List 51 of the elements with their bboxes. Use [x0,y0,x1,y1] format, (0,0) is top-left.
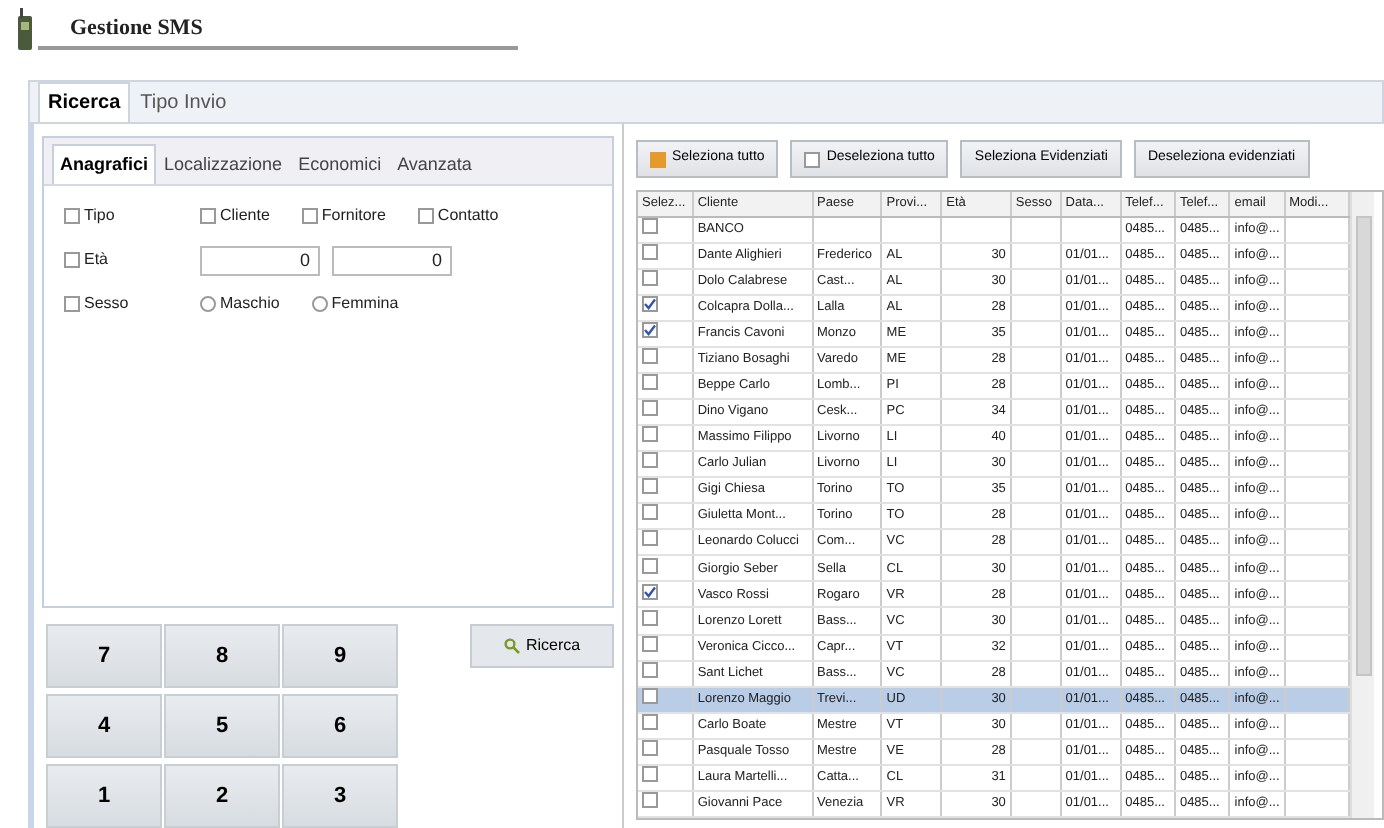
option-label: Femmina [331,292,399,316]
tab[interactable]: Localizzazione [156,143,291,184]
checkbox[interactable] [642,530,658,547]
radio-button[interactable] [311,296,328,312]
number-field[interactable]: 0 [200,245,320,275]
checkbox[interactable] [642,504,658,521]
tab[interactable]: Economici [290,143,390,184]
filter-label: Tipo [84,204,115,228]
checkbox[interactable] [642,348,658,365]
scrollbar[interactable] [1350,192,1374,818]
checkbox[interactable] [642,766,658,783]
keypad-key[interactable]: 1 [46,764,162,828]
radio-button[interactable] [200,296,216,312]
option-label: Cliente [220,204,270,228]
phone-icon [16,8,34,52]
tab[interactable]: Ricerca [38,82,131,122]
checkbox[interactable] [417,208,434,224]
checkbox[interactable] [642,452,658,469]
option-label: Fornitore [321,204,386,228]
checkbox[interactable] [64,252,80,268]
keypad-key[interactable]: 3 [282,764,398,828]
filter-label: Età [84,248,109,272]
checkbox[interactable] [200,208,216,224]
checkbox[interactable] [301,208,318,224]
checkbox[interactable] [642,557,658,574]
checkbox[interactable] [642,426,658,443]
search-button[interactable]: Ricerca [470,624,614,668]
tab[interactable]: Avanzata [389,143,480,184]
checkbox[interactable] [642,609,658,626]
option-label: Maschio [220,292,280,316]
keypad-key[interactable]: 6 [282,694,398,758]
keypad-key[interactable]: 5 [164,694,280,758]
search-icon [503,638,520,654]
checkbox[interactable] [64,208,80,224]
checkbox[interactable] [642,583,658,600]
tab[interactable]: Anagrafici [52,143,157,184]
checkbox[interactable] [642,792,658,809]
keypad-key[interactable]: 4 [46,694,162,758]
filter-label: Sesso [84,292,129,316]
keypad-key[interactable]: 8 [164,624,280,688]
keypad-key[interactable]: 7 [46,624,162,688]
app-title: Gestione SMS [38,8,518,50]
tab[interactable]: Tipo Invio [130,82,237,122]
checkbox[interactable] [642,374,658,391]
checkbox[interactable] [642,400,658,417]
checkbox[interactable] [64,296,80,312]
checkbox[interactable] [642,478,658,495]
option-label: Contatto [437,204,499,228]
keypad-key[interactable]: 9 [282,624,398,688]
keypad-key[interactable]: 2 [164,764,280,828]
number-field[interactable]: 0 [332,245,452,275]
